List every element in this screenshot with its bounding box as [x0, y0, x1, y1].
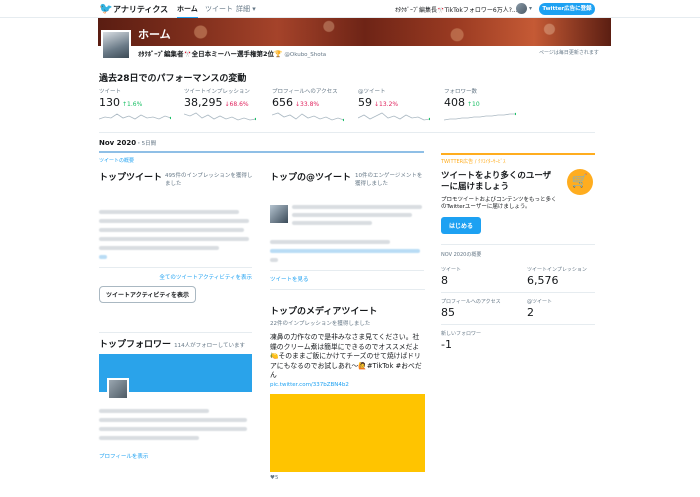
- divider: [441, 292, 595, 293]
- chevron-down-icon: ▾: [250, 5, 256, 13]
- metric-tweets: ツイート 130 ↑1.6%: [99, 87, 179, 120]
- tab-home[interactable]: ホーム: [177, 4, 198, 19]
- divider: [99, 132, 595, 133]
- sparkline: [358, 112, 430, 121]
- period-header: Nov 2020・5日間: [99, 139, 157, 147]
- blurred-text: [99, 255, 107, 259]
- top-follower-title: トップフォロワー 114人がフォローしています: [99, 340, 245, 350]
- divider: [99, 267, 252, 268]
- summary-stat-profile-visits: プロフィールへのアクセス 85: [441, 299, 501, 319]
- blurred-text: [99, 418, 247, 422]
- blurred-text: [270, 240, 390, 244]
- all-tweet-activity-link[interactable]: 全てのツイートアクティビティを表示: [99, 273, 252, 281]
- blurred-text: [99, 427, 247, 431]
- summary-stat-tweets: ツイート 8: [441, 267, 462, 287]
- summary-stat-mentions: @ツイート 2: [527, 299, 553, 319]
- promo-panel: TWITTER広告 / ｸﾘｴｲﾀｰｻｰﾋﾞｽ ツイートをより多くのユーザーに届…: [441, 153, 595, 386]
- chevron-down-icon[interactable]: ▾: [529, 5, 532, 12]
- sparkline: [184, 112, 256, 121]
- view-profile-link[interactable]: プロフィールを表示: [99, 452, 252, 460]
- top-mention-card: トップの@ツイート 10件のエンゲージメントを獲得しました ツイートを見る: [270, 170, 424, 283]
- mention-avatar[interactable]: [270, 205, 288, 223]
- blurred-text: [292, 205, 422, 209]
- period-bar: [99, 151, 424, 153]
- blurred-text: [99, 237, 249, 241]
- tab-details[interactable]: 詳細 ▾: [236, 4, 256, 14]
- divider: [99, 332, 252, 333]
- tab-tweets[interactable]: ツイート: [205, 4, 233, 14]
- blurred-text: [270, 249, 420, 253]
- blurred-text: [99, 228, 244, 232]
- view-tweet-activity-button[interactable]: ツイートアクティビティを表示: [99, 286, 196, 303]
- top-nav: 🐦 アナリティクス ホーム ツイート 詳細 ▾ ｵﾀｸﾎﾞｰﾌﾞ編集長🎌TikT…: [0, 0, 700, 19]
- blurred-text: [270, 258, 278, 262]
- update-note: ページは毎日更新されます: [539, 50, 599, 56]
- get-started-button[interactable]: はじめる: [441, 217, 482, 234]
- follower-header-image: [99, 354, 252, 400]
- promo-accent-bar: [441, 153, 595, 155]
- media-pic-link[interactable]: pic.twitter.com/337bZBN4b2: [270, 382, 425, 388]
- metric-followers: フォロワー数 408 ↑10: [444, 87, 524, 121]
- divider: [441, 324, 595, 325]
- summary-title: NOV 2020の概要: [441, 252, 482, 258]
- media-image[interactable]: [270, 393, 425, 472]
- cart-icon: 🛒: [567, 169, 593, 195]
- metric-impressions: ツイートインプレッション 38,295 ↓68.6%: [184, 87, 264, 121]
- likes-count: ♥5: [270, 474, 279, 481]
- top-media-card: トップのメディアツイート 22件のインプレッションを獲得しました 凍鼻の力作なの…: [270, 289, 425, 481]
- follower-avatar[interactable]: [107, 378, 129, 400]
- summary-stat-impressions: ツイートインプレッション 6,576: [527, 267, 587, 287]
- blurred-text: [99, 210, 239, 214]
- metric-profile-visits: プロフィールへのアクセス 656 ↓33.8%: [272, 87, 352, 122]
- blurred-text: [292, 213, 412, 217]
- top-media-title: トップのメディアツイート: [270, 307, 378, 317]
- promo-tag: TWITTER広告 / ｸﾘｴｲﾀｰｻｰﾋﾞｽ: [441, 159, 506, 165]
- brand-title[interactable]: アナリティクス: [113, 4, 168, 15]
- metric-mentions: @ツイート 59 ↓13.2%: [358, 87, 438, 121]
- blurred-text: [292, 221, 372, 225]
- sparkline: [99, 113, 171, 120]
- twitter-ads-signup-button[interactable]: Twitter広告に登録: [539, 3, 595, 15]
- promo-title: ツイートをより多くのユーザーに届けましょう: [441, 171, 552, 192]
- divider: [270, 270, 424, 271]
- summary-stat-new-followers: 新しいフォロワー -1: [441, 331, 482, 351]
- view-tweet-link[interactable]: ツイートを見る: [270, 275, 424, 283]
- sparkline: [444, 112, 516, 121]
- top-tweet-card: トップツイート 495件のインプレッションを獲得しました 全てのツイートアクティ…: [99, 170, 252, 303]
- promo-text: プロモツイートおよびコンテンツをもっと多くのTwitterユーザーに届けましょう…: [441, 197, 557, 210]
- page-title: ホーム: [138, 28, 171, 41]
- header-banner: ホーム: [98, 18, 611, 46]
- profile-handle: @Okubo_Shota: [284, 52, 327, 58]
- top-follower-card: トップフォロワー 114人がフォローしています プロフィールを表示: [99, 332, 252, 460]
- divider: [270, 289, 425, 290]
- profile-name: ｵﾀｸﾎﾞｰﾌﾞ編集者🎌全日本ミーハー選手権第2位🏆 @Okubo_Shota: [138, 50, 327, 58]
- account-name[interactable]: ｵﾀｸﾎﾞｰﾌﾞ編集長🎌TikTokフォロワー6万人?...: [395, 5, 518, 14]
- blurred-text: [99, 219, 249, 223]
- performance-title: 過去28日でのパフォーマンスの変動: [99, 74, 247, 84]
- sparkline: [272, 112, 344, 122]
- profile-avatar[interactable]: [101, 30, 131, 60]
- blurred-text: [99, 436, 199, 440]
- tweet-summary-label: ツイートの概要: [99, 158, 135, 164]
- media-tweet-text: 凍鼻の力作なので是非みなさま見てください。社蝶のクリーム煮は簡単にできるのでオス…: [270, 333, 422, 379]
- avatar[interactable]: [516, 3, 527, 14]
- blurred-text: [99, 246, 219, 250]
- twitter-bird-icon[interactable]: 🐦: [99, 3, 113, 14]
- blurred-text: [99, 409, 209, 413]
- divider: [441, 244, 595, 245]
